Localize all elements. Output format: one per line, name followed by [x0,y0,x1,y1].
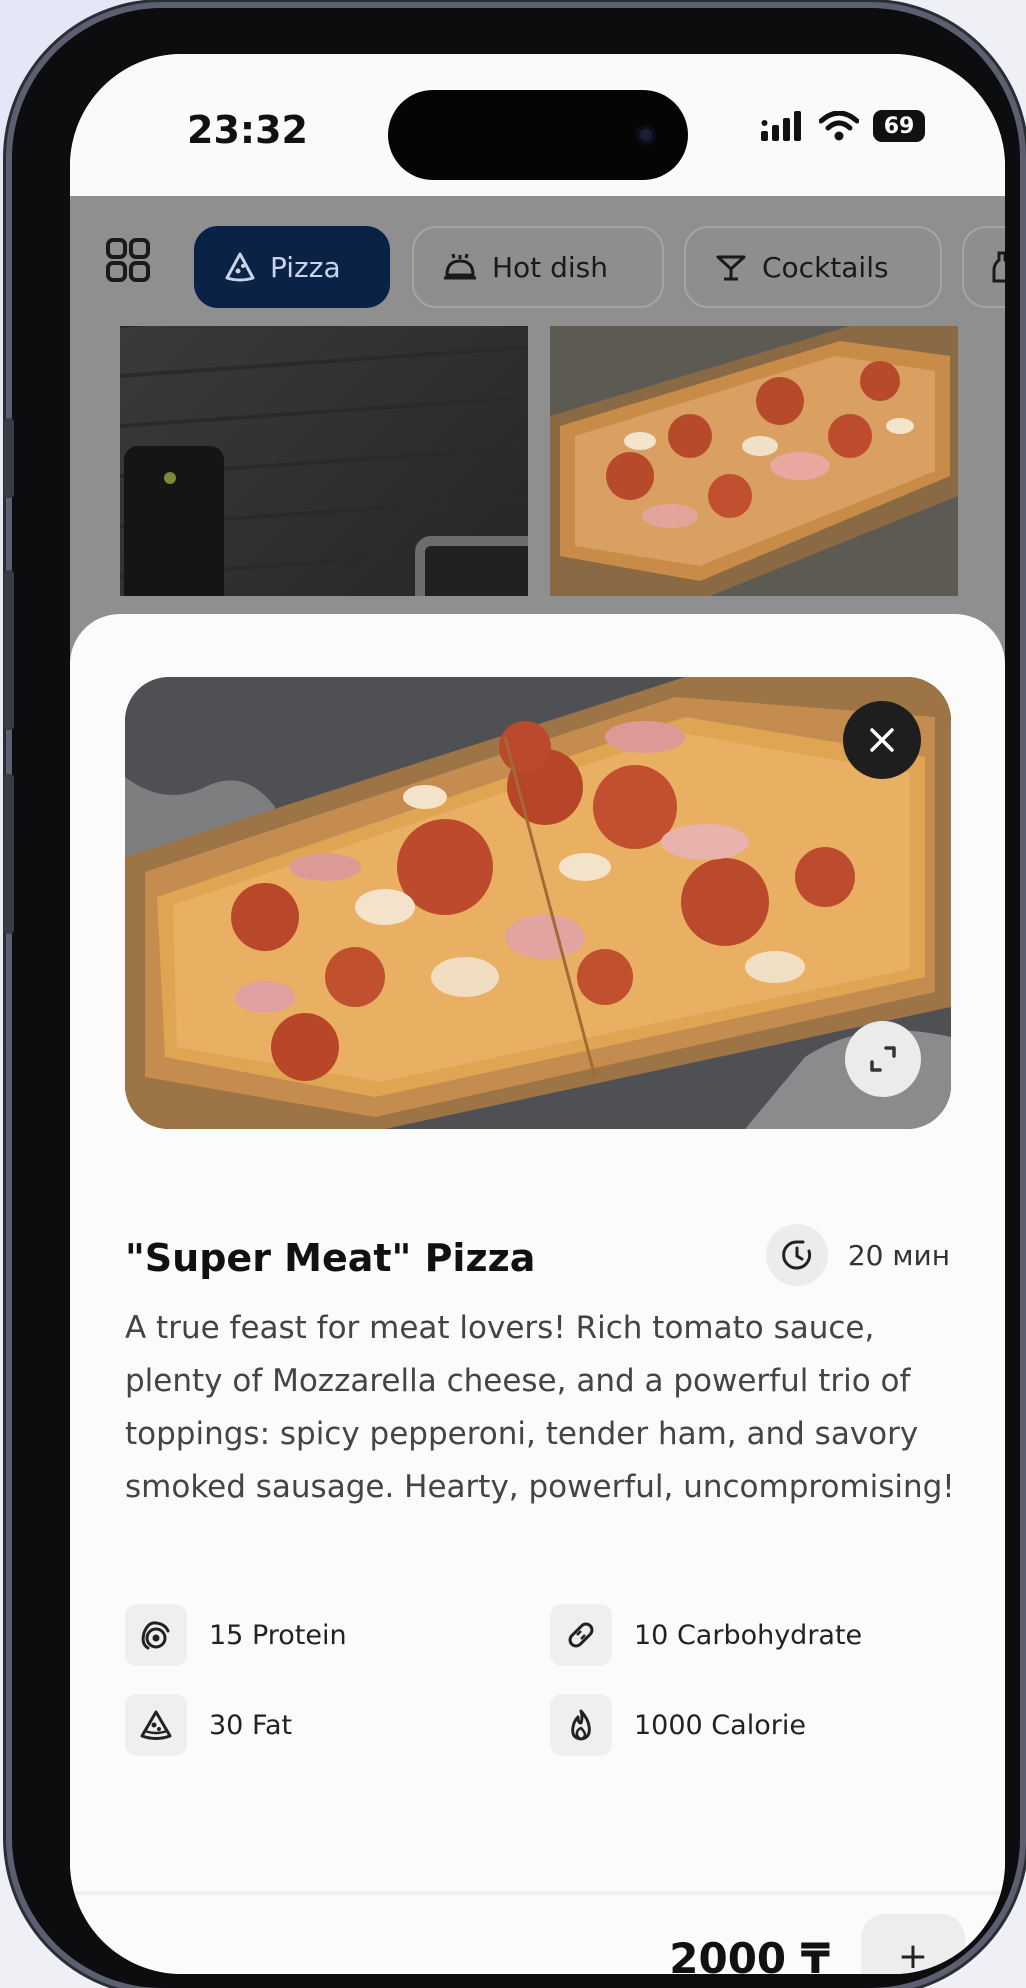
volume-down-button [4,774,14,934]
pizza-slice-icon [225,252,255,282]
tab-cocktails[interactable]: Cocktails [684,226,942,308]
cloche-icon [444,253,476,280]
product-title: "Super Meat" Pizza [125,1236,536,1280]
product-detail-sheet: "Super Meat" Pizza 20 мин A true feast f… [70,614,1005,1974]
nutrition-label: 10 Carbohydrate [634,1619,863,1651]
tab-label: Cocktails [762,250,889,284]
flame-icon-wrapper [550,1694,612,1756]
close-icon [870,728,894,752]
pizza-slice-icon-wrapper [125,1694,187,1756]
pizza-photo-thumbnail [550,326,958,596]
phone-frame: 23:32 69 Pizza Hot dish Cocktails "Super… [12,8,1020,1988]
dynamic-island [388,90,688,180]
product-description: A true feast for meat lovers! Rich tomat… [125,1310,955,1505]
cocktail-icon [716,255,746,281]
flame-icon [571,1709,591,1741]
status-icons: 69 [761,110,925,142]
photo-object [124,446,224,596]
menu-item-photo[interactable] [550,326,958,596]
nutrition-fat: 30 Fat [125,1694,292,1756]
wifi-icon [819,111,859,141]
tab-hot-dish[interactable]: Hot dish [412,226,664,308]
status-time: 23:32 [187,108,308,152]
divider [70,1891,1005,1895]
tab-label: Pizza [270,250,341,284]
expand-photo-button[interactable] [845,1021,921,1097]
pill-icon-wrapper [550,1604,612,1666]
phone-screen: 23:32 69 Pizza Hot dish Cocktails "Super… [70,54,1005,1974]
nutrition-label: 15 Protein [209,1619,347,1651]
tab-more[interactable] [962,226,1005,308]
close-button[interactable] [843,701,921,779]
grid-menu-icon[interactable] [106,238,150,282]
bottle-icon [992,251,1005,283]
egg-icon [141,1621,170,1650]
nutrition-protein: 15 Protein [125,1604,347,1666]
nutrition-calorie: 1000 Calorie [550,1694,806,1756]
status-bar: 23:32 69 [70,54,1005,196]
pizza-photo [125,677,951,1129]
clock-icon [781,1240,811,1270]
expand-icon [870,1046,896,1072]
pizza-slice-icon [140,1710,172,1740]
cellular-signal-icon [761,111,801,141]
mute-switch [4,418,14,498]
photo-object [164,472,176,484]
clock-icon-wrapper [765,1224,828,1286]
nutrition-label: 30 Fat [209,1709,293,1741]
egg-icon-wrapper [125,1604,187,1666]
volume-up-button [4,570,14,730]
cook-time: 20 мин [765,1224,950,1286]
nutrition-label: 1000 Calorie [634,1709,806,1741]
nutrition-carbohydrate: 10 Carbohydrate [550,1604,862,1666]
add-to-cart-button[interactable]: + [861,1914,965,1974]
category-tabs: Pizza Hot dish Cocktails [70,216,1005,308]
product-photo[interactable] [125,677,951,1129]
camera-icon [636,125,656,145]
cook-time-text: 20 мин [847,1238,950,1272]
pill-icon [568,1622,594,1648]
tab-label: Hot dish [492,250,608,284]
product-price: 2000 ₸ [669,1934,830,1974]
menu-item-photo[interactable] [120,326,528,596]
photo-object [415,536,528,596]
tab-pizza[interactable]: Pizza [194,226,390,308]
battery-indicator: 69 [873,110,925,142]
